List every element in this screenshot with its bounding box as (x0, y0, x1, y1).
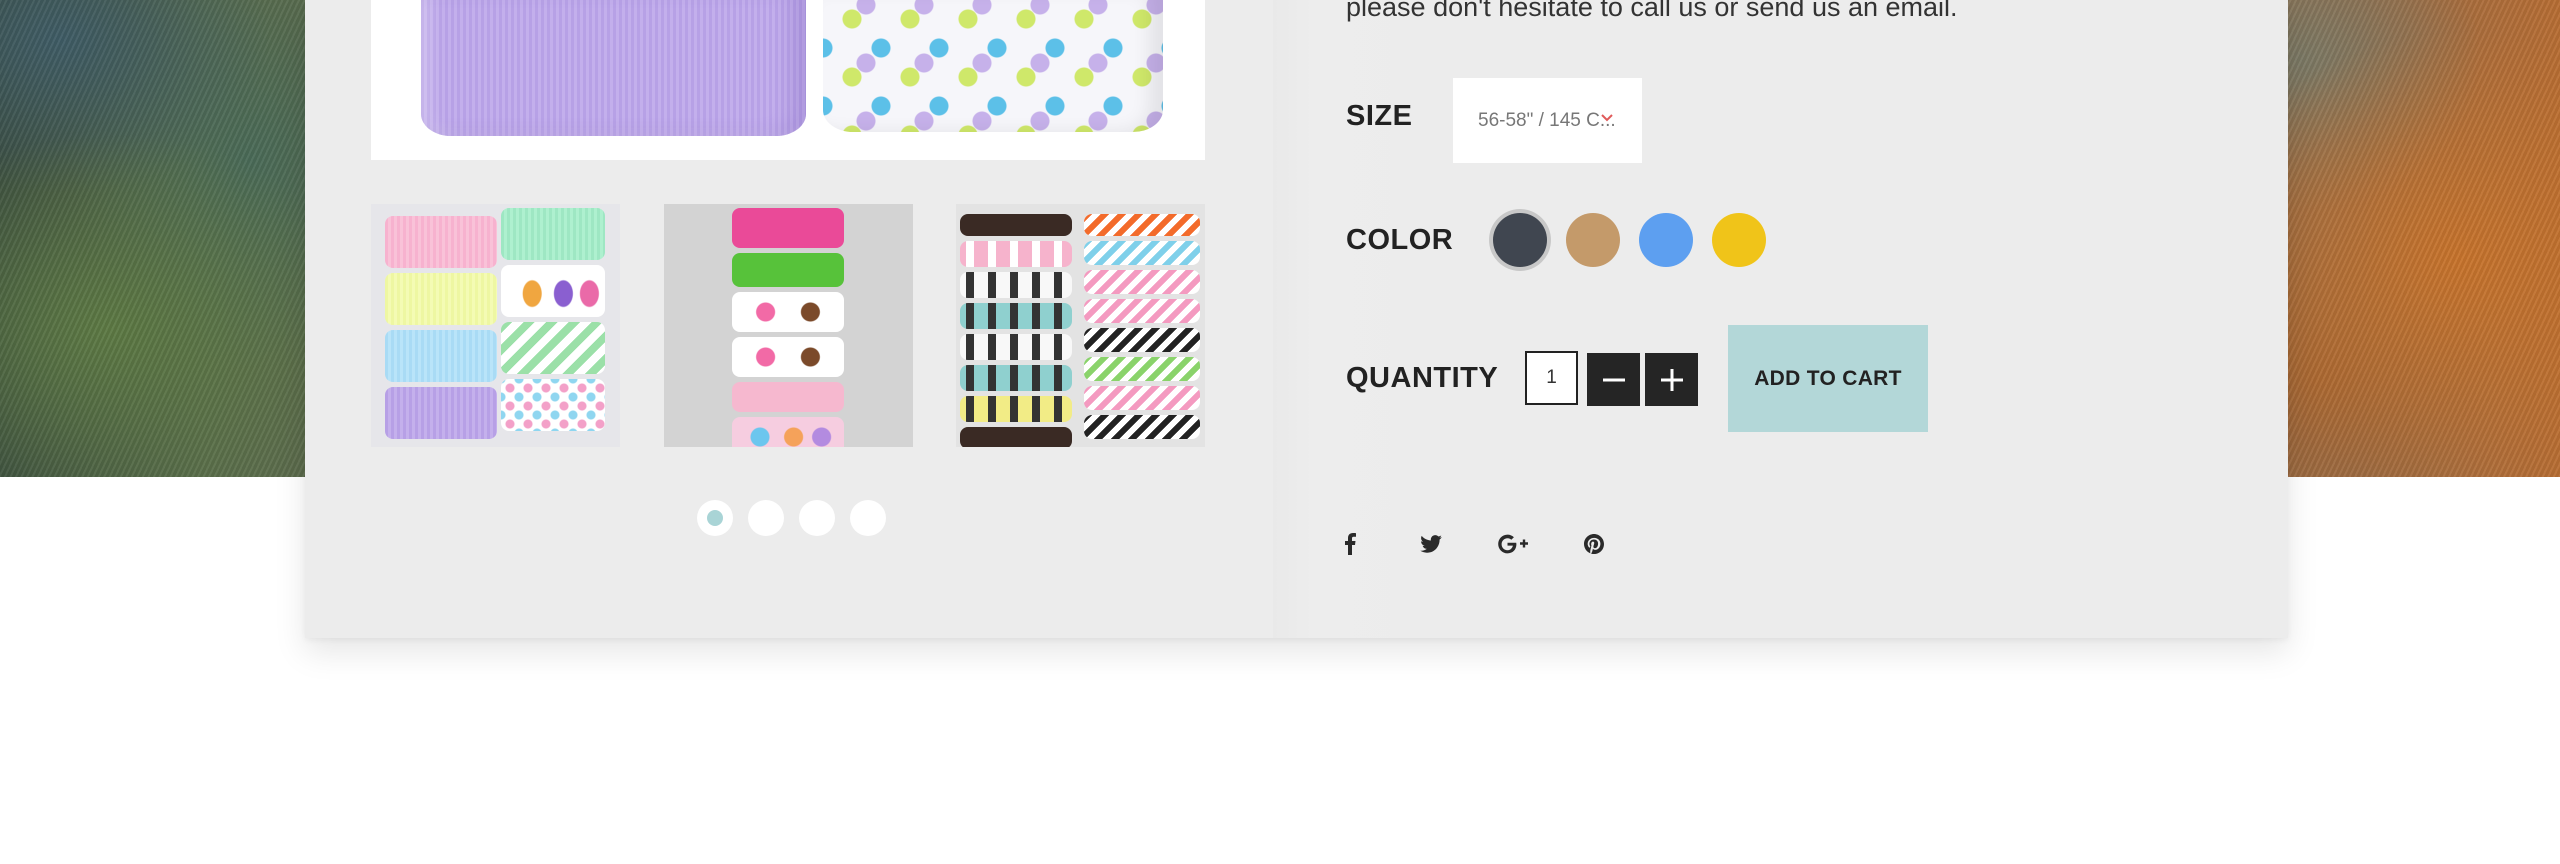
facebook-icon (1343, 533, 1357, 555)
carousel-dot-1[interactable] (697, 500, 733, 536)
product-card (305, 0, 2288, 638)
thumbnail-1[interactable] (371, 204, 620, 447)
share-pinterest[interactable] (1574, 528, 1614, 560)
carousel-dot-2[interactable] (748, 500, 784, 536)
color-swatch-blue[interactable] (1639, 213, 1693, 267)
add-to-cart-button[interactable]: ADD TO CART (1728, 325, 1928, 432)
carousel-dot-3[interactable] (799, 500, 835, 536)
share-facebook[interactable] (1330, 528, 1370, 560)
purple-ribbon-roll (421, 0, 806, 136)
quantity-decrease-button[interactable] (1587, 353, 1640, 406)
quantity-increase-button[interactable] (1645, 353, 1698, 406)
twitter-icon (1420, 535, 1442, 553)
share-twitter[interactable] (1411, 528, 1451, 560)
thumbnail-2[interactable] (664, 204, 913, 447)
quantity-label: QUANTITY (1346, 362, 1499, 394)
quantity-input[interactable]: 1 (1525, 351, 1578, 405)
pinterest-icon (1584, 534, 1604, 554)
color-label: COLOR (1346, 224, 1454, 256)
google-plus-icon (1498, 534, 1528, 554)
carousel-pagination (697, 500, 886, 536)
color-swatch-yellow[interactable] (1712, 213, 1766, 267)
color-swatches (1493, 213, 1766, 267)
color-swatch-tan[interactable] (1566, 213, 1620, 267)
polka-dot-ribbon-roll (823, 0, 1163, 132)
product-description: please don't hesitate to call us or send… (1346, 0, 1958, 22)
color-swatch-charcoal[interactable] (1493, 213, 1547, 267)
chevron-down-icon (1600, 110, 1614, 128)
carousel-dot-4[interactable] (850, 500, 886, 536)
main-product-image (371, 0, 1205, 160)
size-select[interactable]: 56-58" / 145 C... (1453, 78, 1642, 163)
share-google-plus[interactable] (1493, 528, 1533, 560)
size-select-value: 56-58" / 145 C... (1478, 109, 1614, 131)
thumbnail-3[interactable] (956, 204, 1205, 447)
minus-icon (1601, 360, 1627, 400)
plus-icon (1659, 360, 1685, 400)
size-label: SIZE (1346, 100, 1413, 132)
